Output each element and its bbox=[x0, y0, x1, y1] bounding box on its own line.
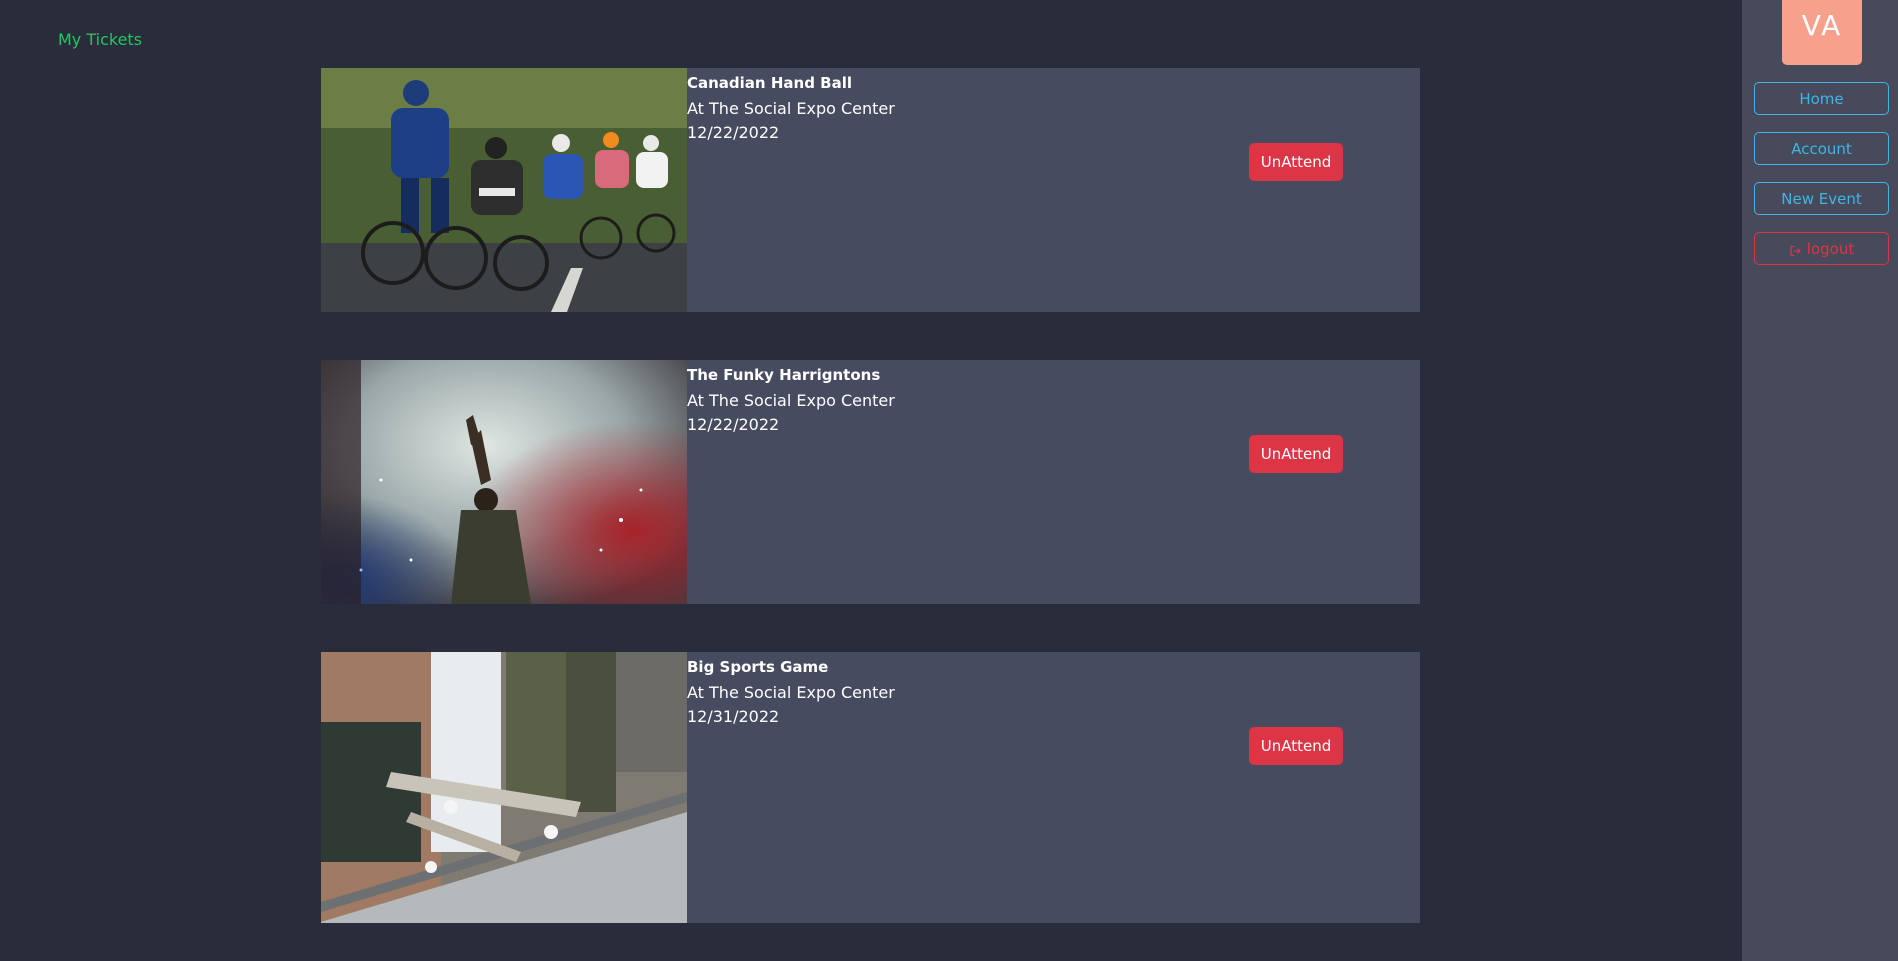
ticket-date: 12/22/2022 bbox=[687, 123, 780, 142]
ticket-date: 12/22/2022 bbox=[687, 415, 780, 434]
ticket-card: Big Sports Game At The Social Expo Cente… bbox=[321, 652, 1420, 923]
ticket-date: 12/31/2022 bbox=[687, 707, 780, 726]
unattend-button[interactable]: UnAttend bbox=[1249, 143, 1343, 181]
sign-out-icon bbox=[1789, 243, 1801, 256]
ticket-venue: At The Social Expo Center bbox=[687, 683, 895, 702]
event-image-cycling bbox=[321, 68, 687, 312]
sidebar-item-account[interactable]: Account bbox=[1754, 132, 1889, 165]
event-image-skateboard bbox=[321, 652, 687, 923]
unattend-button[interactable]: UnAttend bbox=[1249, 727, 1343, 765]
page-title: My Tickets bbox=[58, 30, 143, 49]
ticket-venue: At The Social Expo Center bbox=[687, 99, 895, 118]
ticket-card: The Funky Harrigntons At The Social Expo… bbox=[321, 360, 1420, 604]
ticket-venue: At The Social Expo Center bbox=[687, 391, 895, 410]
sidebar: VA Home Account New Event logout bbox=[1742, 0, 1898, 961]
avatar[interactable]: VA bbox=[1782, 0, 1862, 65]
ticket-info: Canadian Hand Ball At The Social Expo Ce… bbox=[687, 72, 895, 145]
ticket-info: Big Sports Game At The Social Expo Cente… bbox=[687, 656, 895, 729]
sidebar-item-home[interactable]: Home bbox=[1754, 82, 1889, 115]
ticket-info: The Funky Harrigntons At The Social Expo… bbox=[687, 364, 895, 437]
logout-label: logout bbox=[1806, 239, 1855, 258]
ticket-name: The Funky Harrigntons bbox=[687, 366, 881, 384]
ticket-card: Canadian Hand Ball At The Social Expo Ce… bbox=[321, 68, 1420, 312]
logout-button[interactable]: logout bbox=[1754, 232, 1889, 265]
sidebar-item-new-event[interactable]: New Event bbox=[1754, 182, 1889, 215]
ticket-name: Canadian Hand Ball bbox=[687, 74, 852, 92]
event-image-concert bbox=[321, 360, 687, 604]
unattend-button[interactable]: UnAttend bbox=[1249, 435, 1343, 473]
my-tickets-page: My Tickets Canadian Hand Ball At The Soc… bbox=[0, 0, 1898, 961]
ticket-name: Big Sports Game bbox=[687, 658, 829, 676]
